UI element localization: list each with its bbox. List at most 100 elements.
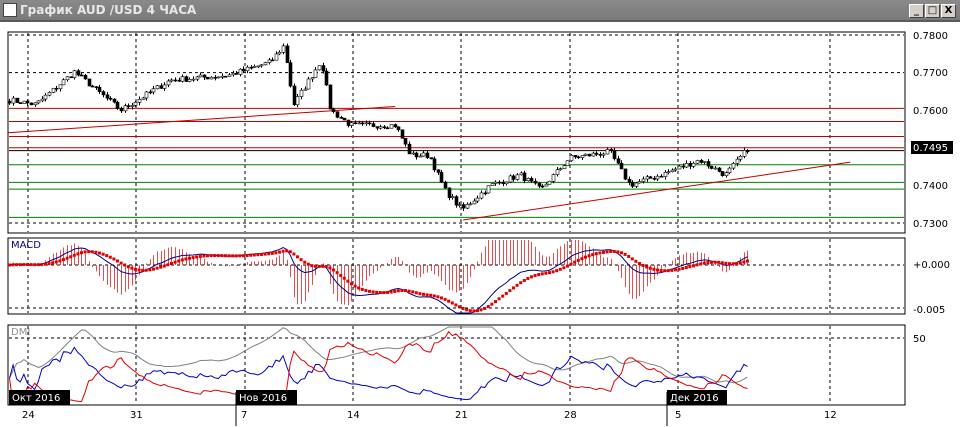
candle [238,68,243,75]
candle [735,158,740,164]
candle [418,155,423,158]
signal-point [684,266,688,270]
candle [353,122,358,125]
candle [339,117,344,119]
candle [191,78,196,81]
signal-point [569,262,573,266]
close-button[interactable]: X [941,4,956,18]
candle [742,150,747,157]
candle [335,111,340,118]
signal-point [51,261,55,265]
signal-point [252,253,256,257]
signal-point [339,273,343,277]
candle [328,84,333,110]
signal-point [342,276,346,280]
candle [29,102,34,106]
signal-point [475,309,479,313]
candle [331,108,336,113]
signal-point [673,268,677,272]
candle [177,79,182,82]
candle [18,102,23,104]
candle [141,97,146,100]
candle [720,171,725,176]
signal-point [713,260,717,264]
candle [108,97,113,100]
signal-point [227,254,231,258]
signal-point [497,297,501,301]
signal-point [216,254,220,258]
signal-point [436,295,440,299]
signal-point [562,266,566,270]
candle [508,175,513,183]
macd-axis-label: -0.005 [913,305,945,316]
candle [526,178,531,182]
candle [209,76,214,80]
candle [490,183,495,186]
candle [216,76,221,79]
candle [400,129,405,139]
signal-point [198,254,202,258]
candle [439,172,444,183]
signal-point [7,263,11,267]
date-label: 7 [241,410,247,421]
signal-point [468,309,472,313]
candle [688,163,693,167]
minimize-button[interactable]: _ [909,4,924,18]
signal-point [601,250,605,254]
signal-point [119,261,123,265]
window-title: График AUD /USD 4 ЧАСА [20,3,197,17]
signal-point [670,268,674,272]
signal-point [281,249,285,253]
signal-point [205,254,209,258]
candle [65,76,70,81]
price-label: 0.7800 [913,31,948,42]
candle [22,100,27,104]
signal-point [328,266,332,270]
candle [544,183,549,187]
signal-point [454,303,458,307]
trend-line [7,105,396,134]
candle [249,66,254,69]
signal-point [349,282,353,286]
signal-point [357,286,361,290]
dmi-axis-label: 50 [913,334,926,345]
date-label: 21 [455,410,468,421]
candle [270,59,275,62]
signal-point [418,292,422,296]
candle [648,176,653,179]
signal-point [285,249,289,253]
candle [360,122,365,125]
candle [583,153,588,156]
signal-point [472,309,476,313]
signal-point [303,260,307,264]
signal-point [677,267,681,271]
current-price-label: 0.7495 [913,143,948,154]
signal-point [432,294,436,298]
signal-point [33,263,37,267]
candle [130,105,135,107]
signal-point [540,272,544,276]
signal-point [591,253,595,257]
trend-line [463,161,851,221]
signal-point [659,269,663,273]
maximize-button[interactable]: □ [925,4,940,18]
candle [619,162,624,170]
signal-point [267,252,271,256]
signal-point [655,268,659,272]
candle [310,77,315,80]
candle [425,152,430,158]
candle [94,86,99,88]
candle [115,101,120,109]
candle [11,97,16,104]
candle [558,168,563,170]
candle [601,153,606,156]
candle [7,100,12,104]
candle [709,165,714,169]
candle [501,181,506,185]
candle [159,85,164,89]
chart-app-icon [3,3,17,17]
chart-area[interactable]: 0.7800 0.7700 0.7600 0.7495 0.7400 0.730… [0,22,960,427]
candle [43,94,48,100]
signal-point [295,255,299,259]
signal-point [18,263,22,267]
